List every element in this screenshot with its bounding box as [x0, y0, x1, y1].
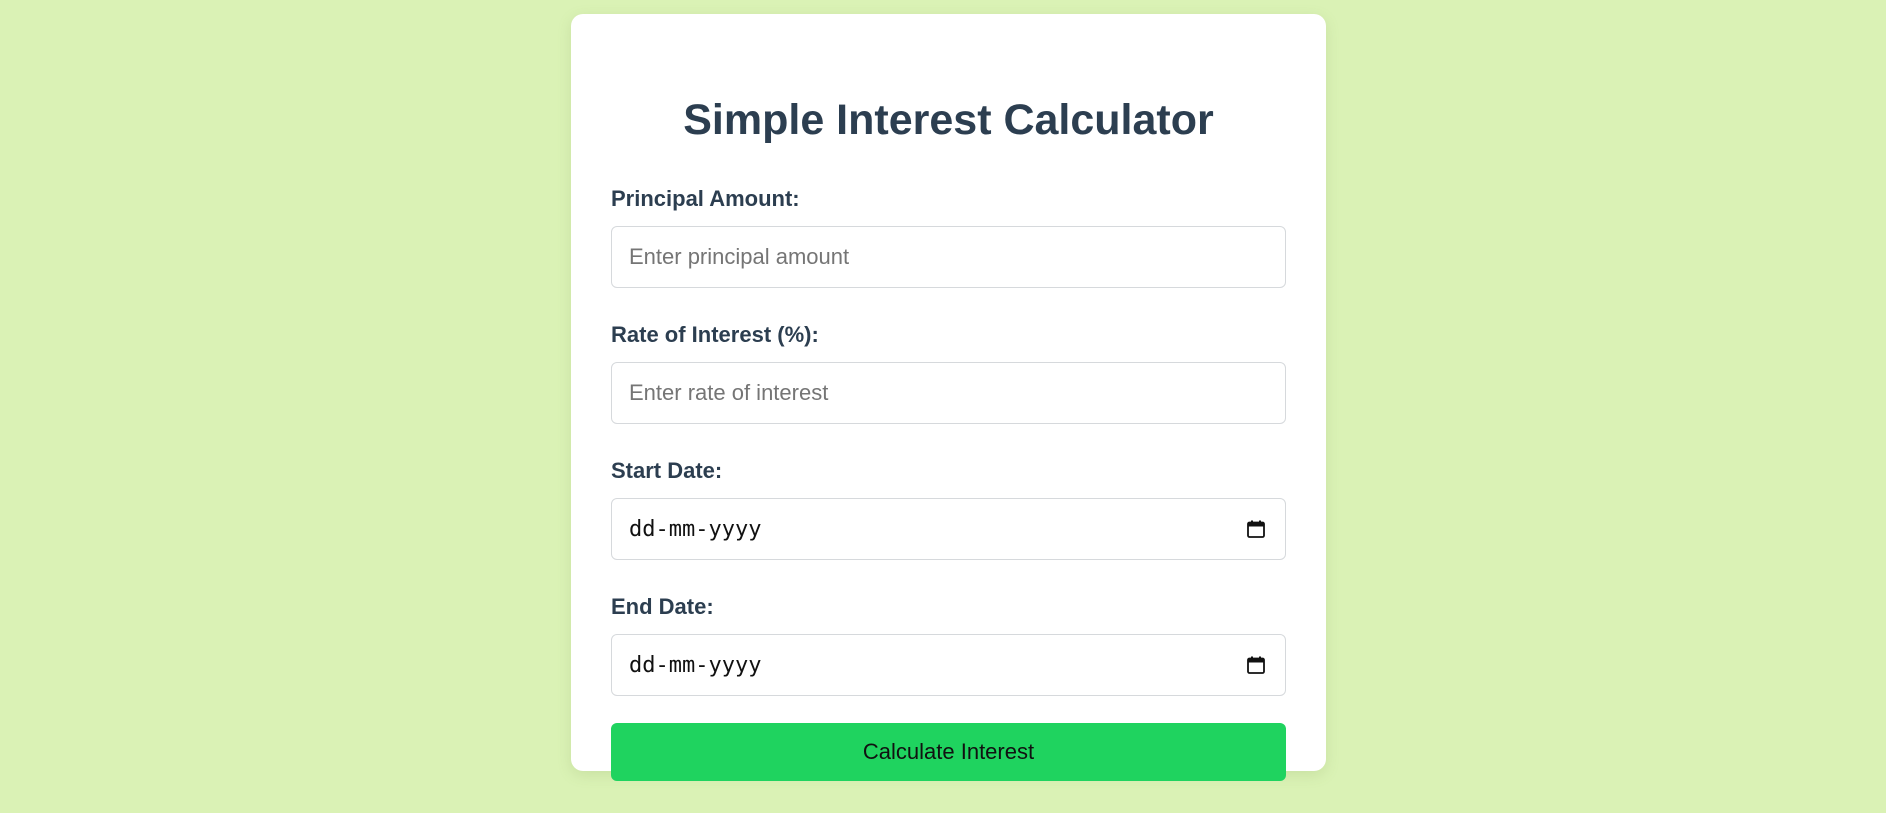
start-date-label: Start Date: — [611, 458, 723, 483]
calculator-card: Simple Interest Calculator Principal Amo… — [571, 14, 1326, 781]
rate-label: Rate of Interest (%): — [611, 322, 819, 347]
rate-placeholder: Enter rate of interest — [629, 380, 829, 405]
principal-label: Principal Amount: — [611, 186, 800, 211]
page-title: Simple Interest Calculator — [683, 96, 1214, 144]
end-date-input[interactable]: dd-mm-yyyy — [611, 634, 1286, 696]
rate-input[interactable]: Enter rate of interest — [611, 362, 1286, 424]
end-date-label: End Date: — [611, 594, 714, 619]
principal-input[interactable]: Enter principal amount — [611, 226, 1286, 288]
calendar-icon[interactable] — [1247, 520, 1265, 538]
principal-placeholder: Enter principal amount — [629, 244, 850, 269]
start-date-value: dd-mm-yyyy — [629, 516, 762, 542]
calculate-interest-button[interactable]: Calculate Interest — [611, 723, 1286, 781]
end-date-value: dd-mm-yyyy — [629, 652, 762, 678]
calendar-icon[interactable] — [1247, 656, 1265, 674]
start-date-input[interactable]: dd-mm-yyyy — [611, 498, 1286, 560]
